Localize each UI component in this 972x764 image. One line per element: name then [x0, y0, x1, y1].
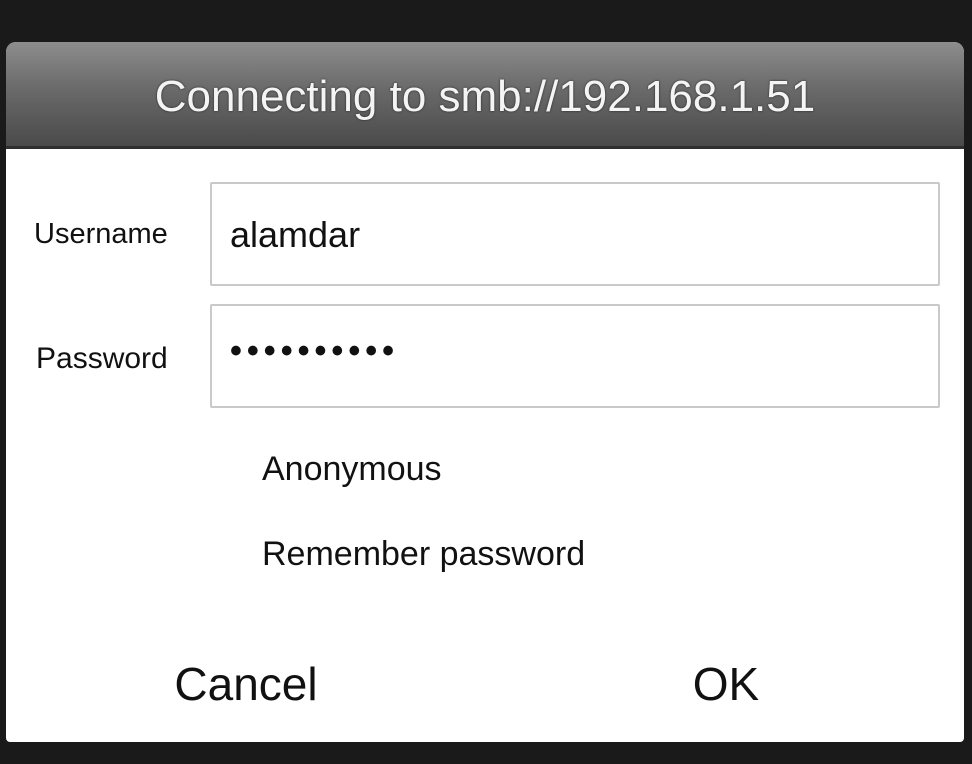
username-value: alamdar	[230, 214, 361, 255]
dialog-title-bar: Connecting to smb://192.168.1.51	[6, 42, 964, 149]
password-field[interactable]: ••••••••••	[210, 304, 940, 408]
username-row: Username alamdar	[6, 182, 964, 286]
username-label: Username	[34, 218, 168, 250]
password-value: ••••••••••	[230, 332, 400, 370]
password-row: Password ••••••••••	[6, 304, 964, 408]
screen-frame: Connecting to smb://192.168.1.51 Usernam…	[0, 0, 972, 764]
password-label: Password	[36, 342, 168, 375]
remember-password-option[interactable]: Remember password	[262, 535, 585, 574]
ok-button[interactable]: OK	[526, 642, 926, 726]
dialog-title: Connecting to smb://192.168.1.51	[154, 72, 816, 121]
connect-dialog: Connecting to smb://192.168.1.51 Usernam…	[6, 42, 964, 742]
anonymous-option[interactable]: Anonymous	[262, 450, 442, 489]
username-field[interactable]: alamdar	[210, 182, 940, 286]
cancel-button[interactable]: Cancel	[46, 642, 446, 726]
